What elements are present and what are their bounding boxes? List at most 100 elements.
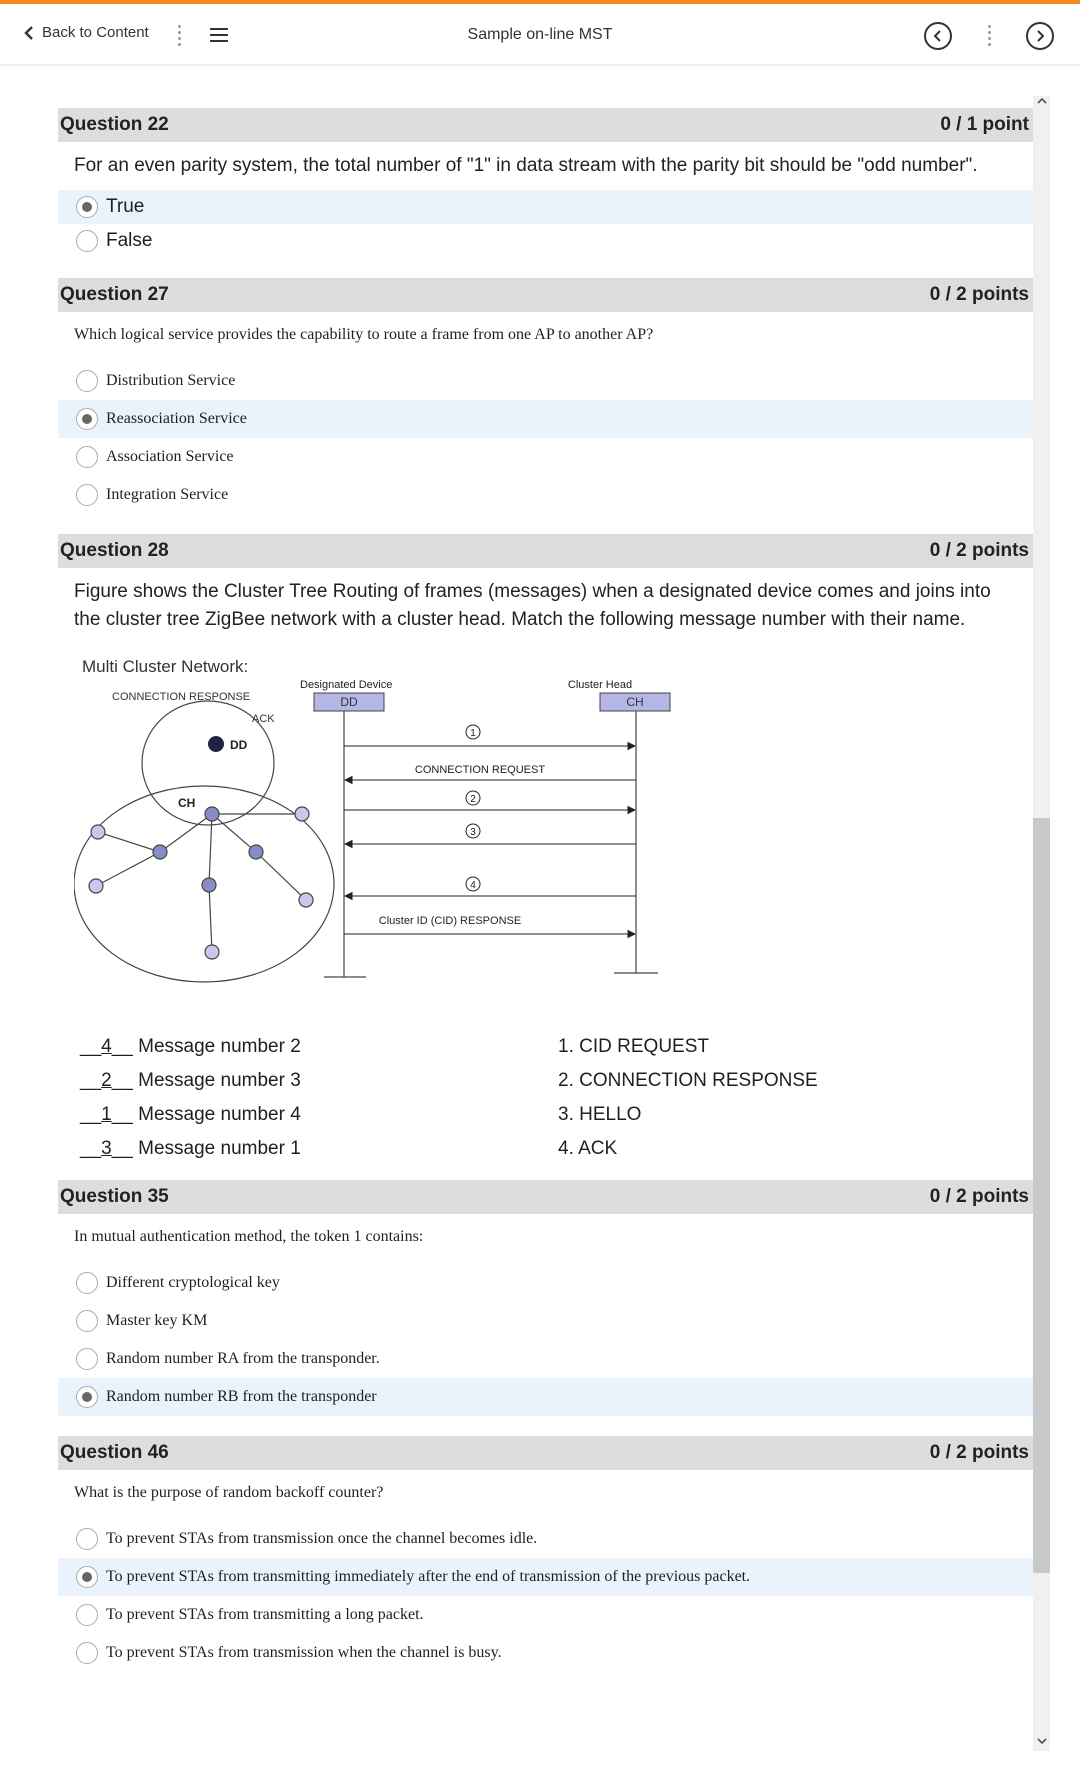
option-long-packet[interactable]: To prevent STAs from transmitting a long… (58, 1596, 1033, 1634)
next-button[interactable] (1026, 22, 1054, 50)
choice-number: 1. (558, 1036, 574, 1057)
choice-label: HELLO (579, 1104, 642, 1125)
radio-icon[interactable] (76, 1348, 98, 1370)
option-once-channel-idle[interactable]: To prevent STAs from transmission once t… (58, 1520, 1033, 1558)
question-text: Which logical service provides the capab… (74, 326, 654, 343)
radio-icon[interactable] (76, 1604, 98, 1626)
question-text: Figure shows the Cluster Tree Routing of… (74, 581, 991, 630)
option-label: Distribution Service (106, 372, 236, 389)
option-immediately-after-previous-packet[interactable]: To prevent STAs from transmitting immedi… (58, 1558, 1033, 1596)
router-node (248, 844, 264, 860)
option-false[interactable]: False (58, 224, 1033, 258)
option-random-number-ra[interactable]: Random number RA from the transponder. (58, 1340, 1033, 1378)
scrollbar-thumb[interactable] (1033, 818, 1050, 1573)
radio-icon[interactable] (76, 484, 98, 506)
router-node (152, 844, 168, 860)
scroll-down-icon[interactable] (1035, 1734, 1049, 1748)
option-label: Random number RB from the transponder (106, 1388, 377, 1405)
option-master-key[interactable]: Master key KM (58, 1302, 1033, 1340)
cluster-tree-diagram: Multi Cluster Network: CONNECTION RESPON… (73, 657, 671, 983)
cluster-head-label: Cluster Head (568, 679, 632, 691)
ch-node-label: CH (178, 796, 195, 810)
dd-box-label: DD (340, 695, 358, 709)
question-points: 0 / 2 points (929, 1186, 1029, 1207)
option-label: Master key KM (106, 1312, 208, 1329)
message-marker-2: 2 (470, 794, 476, 805)
option-label: Random number RA from the transponder. (106, 1350, 380, 1367)
option-label: To prevent STAs from transmitting immedi… (106, 1568, 751, 1585)
question-title: Question 27 (60, 284, 169, 305)
choice-number: 2. (558, 1070, 574, 1091)
designated-device-label: Designated Device (300, 679, 392, 691)
chevron-left-icon (933, 30, 941, 42)
back-to-content-link[interactable]: Back to Content (24, 24, 149, 41)
option-different-cryptological-key[interactable]: Different cryptological key (58, 1264, 1033, 1302)
choice-row: 2. CONNECTION RESPONSE (558, 1070, 818, 1092)
device-node (204, 944, 220, 960)
option-label: To prevent STAs from transmission when t… (106, 1644, 502, 1661)
option-true[interactable]: True (58, 190, 1033, 224)
top-navigation-bar: Back to Content Sample on-line MST (0, 0, 1080, 64)
menu-icon[interactable] (210, 28, 228, 44)
choice-label: CONNECTION RESPONSE (579, 1070, 818, 1091)
answer-options: To prevent STAs from transmission once t… (58, 1520, 1033, 1672)
chevron-right-icon (1037, 30, 1045, 42)
option-label: Association Service (106, 448, 234, 465)
radio-icon[interactable] (76, 230, 98, 252)
match-answer[interactable]: 2 (101, 1070, 112, 1091)
scroll-up-icon[interactable] (1035, 94, 1049, 108)
question-header: Question 35 0 / 2 points (58, 1180, 1033, 1214)
message-marker-4: 4 (470, 880, 476, 891)
question-header: Question 46 0 / 2 points (58, 1436, 1033, 1470)
option-distribution-service[interactable]: Distribution Service (58, 362, 1033, 400)
matching-section: __4__ Message number 2 __2__ Message num… (58, 1030, 1033, 1180)
option-reassociation-service[interactable]: Reassociation Service (58, 400, 1033, 438)
radio-selected-icon[interactable] (76, 408, 98, 430)
previous-button[interactable] (924, 22, 952, 50)
question-title: Question 35 (60, 1186, 169, 1207)
radio-icon[interactable] (76, 446, 98, 468)
divider-dots-icon (988, 22, 992, 48)
radio-icon[interactable] (76, 370, 98, 392)
radio-selected-icon[interactable] (76, 196, 98, 218)
choice-label: ACK (578, 1138, 618, 1159)
question-header: Question 27 0 / 2 points (58, 278, 1033, 312)
choice-label: CID REQUEST (579, 1036, 709, 1057)
match-label: Message number 2 (138, 1036, 301, 1057)
option-channel-busy[interactable]: To prevent STAs from transmission when t… (58, 1634, 1033, 1672)
device-node (298, 892, 314, 908)
question-header: Question 28 0 / 2 points (58, 534, 1033, 568)
device-node (88, 878, 104, 894)
option-label: Reassociation Service (106, 410, 247, 427)
question-text: For an even parity system, the total num… (74, 155, 978, 176)
radio-icon[interactable] (76, 1310, 98, 1332)
message-marker-3: 3 (470, 827, 476, 838)
radio-icon[interactable] (76, 1642, 98, 1664)
back-label: Back to Content (42, 24, 149, 41)
router-node (201, 877, 217, 893)
match-answer[interactable]: 3 (101, 1138, 112, 1159)
radio-icon[interactable] (76, 1528, 98, 1550)
ch-box-label: CH (626, 695, 643, 709)
radio-selected-icon[interactable] (76, 1386, 98, 1408)
connection-request-label: CONNECTION REQUEST (415, 764, 545, 776)
option-association-service[interactable]: Association Service (58, 438, 1033, 476)
choice-row: 1. CID REQUEST (558, 1036, 709, 1058)
match-answer[interactable]: 4 (101, 1036, 112, 1057)
match-answer[interactable]: 1 (101, 1104, 112, 1125)
radio-selected-icon[interactable] (76, 1566, 98, 1588)
answer-options: True False (58, 190, 1033, 258)
radio-icon[interactable] (76, 1272, 98, 1294)
option-label: Different cryptological key (106, 1274, 280, 1291)
match-row: __2__ Message number 3 (80, 1070, 301, 1091)
quiz-content: Question 22 0 / 1 point For an even pari… (58, 108, 1033, 1672)
question-title: Question 22 (60, 114, 169, 135)
choice-number: 3. (558, 1104, 574, 1125)
question-text: What is the purpose of random backoff co… (74, 1484, 384, 1501)
designated-device-node (208, 736, 224, 752)
connection-response-label: CONNECTION RESPONSE (112, 691, 250, 703)
option-integration-service[interactable]: Integration Service (58, 476, 1033, 514)
answer-options: Distribution Service Reassociation Servi… (58, 362, 1033, 514)
option-random-number-rb[interactable]: Random number RB from the transponder (58, 1378, 1033, 1416)
divider-dots-icon (178, 22, 182, 48)
